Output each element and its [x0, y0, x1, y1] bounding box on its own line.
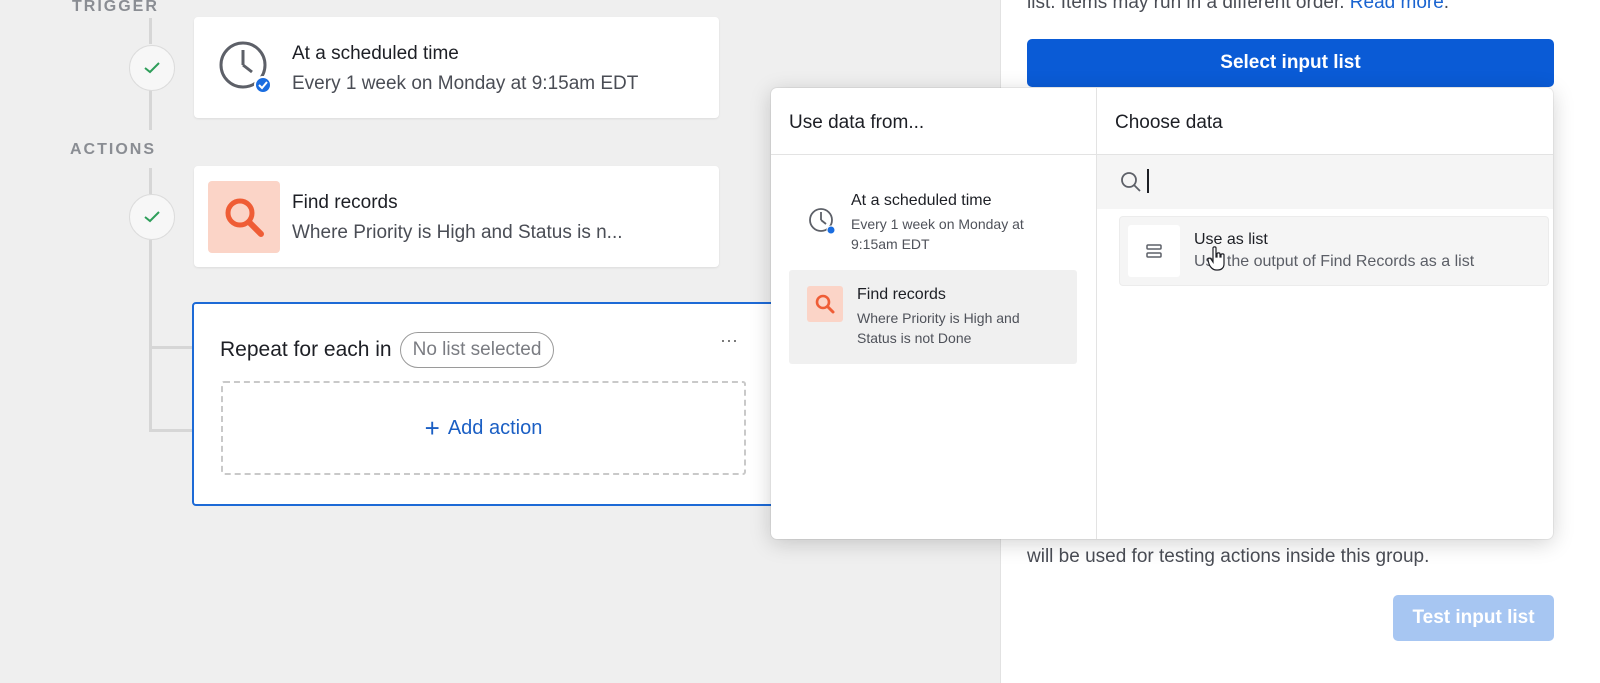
action-status-check — [129, 194, 175, 240]
list-icon — [1128, 225, 1180, 277]
use-data-from-header: Use data from... — [789, 112, 925, 133]
hand-cursor-icon — [1207, 246, 1227, 272]
source-title: At a scheduled time — [851, 192, 992, 209]
trigger-section-label: TRIGGER — [72, 0, 159, 15]
repeat-label: Repeat for each in — [220, 338, 392, 361]
more-options-button[interactable]: ··· — [720, 330, 738, 351]
trigger-card[interactable]: At a scheduled time Every 1 week on Mond… — [194, 17, 719, 118]
testing-help-text: will be used for testing actions inside … — [1027, 546, 1430, 567]
source-subtitle-line1: Where Priority is High and — [857, 310, 1020, 326]
find-records-card-subtitle: Where Priority is High and Status is n..… — [292, 222, 623, 243]
no-list-selected-pill[interactable]: No list selected — [399, 332, 555, 368]
source-subtitle-line2: Status is not Done — [857, 330, 972, 346]
data-picker-popover: Use data from... Choose data At a schedu… — [771, 88, 1553, 539]
add-action-button[interactable]: + Add action — [221, 381, 746, 475]
find-records-card-title: Find records — [292, 192, 398, 213]
connector-line — [149, 90, 152, 130]
add-action-label: Add action — [447, 416, 543, 439]
check-icon — [144, 211, 160, 223]
clock-icon — [218, 40, 272, 94]
source-subtitle-line2: 9:15am EDT — [851, 236, 930, 252]
data-search-input[interactable] — [1147, 170, 1531, 194]
read-more-link[interactable]: Read more — [1350, 0, 1444, 13]
panel-help-text: list. Items may run in a different order… — [1027, 0, 1449, 14]
source-item-scheduled-time[interactable]: At a scheduled time Every 1 week on Mond… — [789, 176, 1077, 270]
test-input-list-button[interactable]: Test input list — [1393, 595, 1554, 641]
option-title: Use as list — [1194, 231, 1268, 248]
help-text: list. Items may run in a different order… — [1027, 0, 1345, 13]
check-icon — [144, 62, 160, 74]
choose-data-header: Choose data — [1115, 112, 1223, 133]
repeat-for-each-card[interactable]: Repeat for each in No list selected ··· … — [192, 302, 786, 506]
connector-line — [149, 168, 152, 194]
connector-line — [149, 240, 152, 432]
plus-icon: + — [424, 412, 440, 443]
use-as-list-option[interactable]: Use as list Use the output of Find Recor… — [1119, 216, 1549, 286]
search-icon — [208, 181, 280, 253]
option-subtitle: Use the output of Find Records as a list — [1194, 253, 1475, 270]
data-search-bar[interactable] — [1097, 155, 1553, 209]
search-icon — [807, 286, 843, 322]
source-subtitle-line1: Every 1 week on Monday at — [851, 216, 1024, 232]
connector-branch — [149, 429, 194, 432]
clock-icon — [807, 206, 837, 236]
trigger-card-subtitle: Every 1 week on Monday at 9:15am EDT — [292, 73, 639, 94]
trigger-status-check — [129, 45, 175, 91]
connector-branch — [149, 346, 194, 349]
trigger-card-title: At a scheduled time — [292, 43, 459, 64]
text-cursor — [1147, 169, 1149, 193]
source-item-find-records[interactable]: Find records Where Priority is High and … — [789, 270, 1077, 364]
help-text-period: . — [1443, 0, 1450, 13]
find-records-card[interactable]: Find records Where Priority is High and … — [194, 166, 719, 267]
search-icon — [1119, 170, 1143, 194]
select-input-list-button[interactable]: Select input list — [1027, 39, 1554, 87]
source-title: Find records — [857, 286, 946, 303]
connector-line — [149, 18, 152, 44]
actions-section-label: ACTIONS — [70, 141, 156, 158]
